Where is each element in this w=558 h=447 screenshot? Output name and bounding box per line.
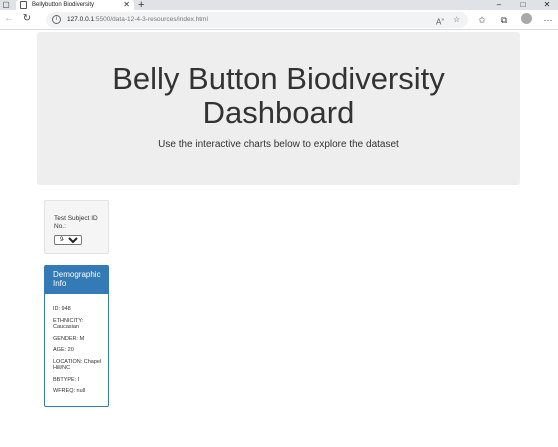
info-location: LOCATION: Chapel Hill/NC xyxy=(53,358,102,372)
demographic-info-body: ID: 948 ETHNICITY: Caucasian GENDER: M A… xyxy=(53,306,108,400)
add-favorite-icon[interactable]: ☆ xyxy=(453,12,460,28)
header-jumbotron: Belly Button Biodiversity Dashboard Use … xyxy=(37,32,520,185)
demographic-heading-text: Demographic Info xyxy=(53,270,101,288)
profile-avatar-icon[interactable] xyxy=(521,13,532,24)
browser-tab[interactable]: Bellybutton Biodiversity ✕ xyxy=(16,0,134,10)
more-icon[interactable]: ⋯ xyxy=(541,13,555,27)
info-icon[interactable]: i xyxy=(52,15,61,24)
back-arrow-icon[interactable]: ← xyxy=(2,12,16,26)
info-bbtype: BBTYPE: I xyxy=(53,376,80,383)
subject-selector-well: Test Subject ID No.: 948 xyxy=(44,200,109,254)
refresh-icon[interactable]: ↻ xyxy=(20,12,34,26)
maximize-icon[interactable]: □ xyxy=(516,0,530,10)
read-aloud-icon[interactable]: A» xyxy=(436,12,444,31)
page-title: Belly Button Biodiversity Dashboard xyxy=(112,61,445,130)
tab-strip: ▢ Bellybutton Biodiversity ✕ + – □ ✕ xyxy=(0,0,558,11)
tab-actions-icon[interactable]: ▢ xyxy=(0,0,12,10)
demographic-panel: Demographic Info ID: 948 ETHNICITY: Cauc… xyxy=(44,265,109,407)
subject-id-select[interactable]: 948 xyxy=(54,235,82,245)
info-ethnicity: ETHNICITY: Caucasian xyxy=(53,317,84,331)
close-icon[interactable]: ✕ xyxy=(123,0,130,10)
minimize-icon[interactable]: – xyxy=(492,0,506,10)
page-subtitle: Use the interactive charts below to expl… xyxy=(158,139,399,150)
plus-icon[interactable]: + xyxy=(138,0,144,11)
page-icon xyxy=(20,1,27,9)
window-close-icon[interactable]: ✕ xyxy=(540,0,554,10)
tab-title: Bellybutton Biodiversity xyxy=(32,2,95,8)
info-wfreq: WFREQ: null xyxy=(53,388,86,394)
favorites-icon[interactable]: ✩ xyxy=(475,13,489,27)
collections-icon[interactable]: ⧉ xyxy=(497,13,511,27)
navigation-bar: ← ↻ i 127.0.0.1:5500/data-12-4-3-resourc… xyxy=(0,10,558,30)
selector-label: Test Subject ID No.: xyxy=(54,215,98,230)
demographic-panel-heading: Demographic Info xyxy=(45,266,108,294)
info-id: ID: 948 xyxy=(53,306,71,312)
url-text: 127.0.0.1:5500/data-12-4-3-resources/ind… xyxy=(67,16,208,23)
info-gender: GENDER: M xyxy=(53,335,85,342)
info-age: AGE: 20 xyxy=(53,347,74,353)
address-bar[interactable]: i 127.0.0.1:5500/data-12-4-3-resources/i… xyxy=(46,12,468,28)
